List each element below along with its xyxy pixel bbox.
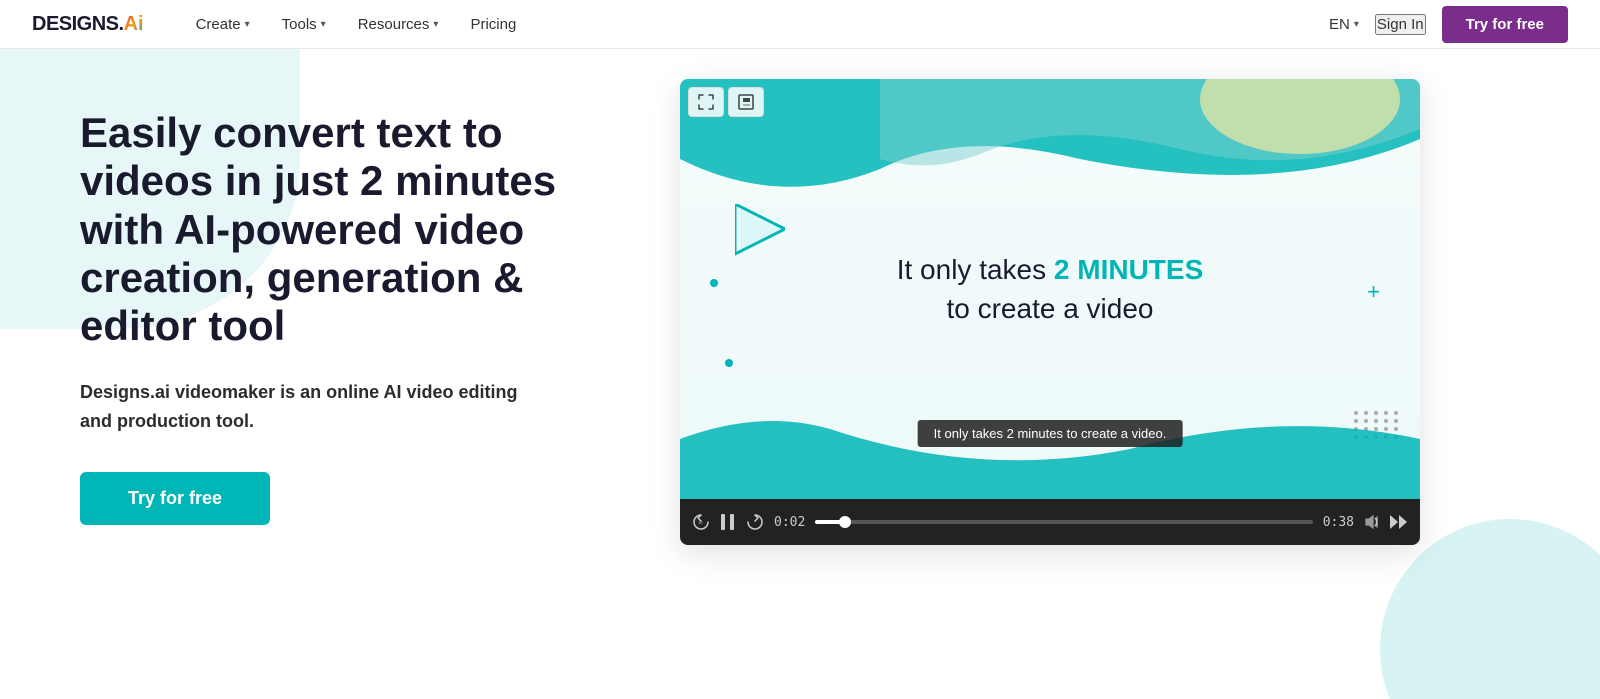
hero-title: Easily convert text to videos in just 2 … bbox=[80, 109, 620, 350]
bg-circle-decoration bbox=[1380, 519, 1600, 699]
dot-decoration bbox=[710, 279, 718, 287]
wave-top-decoration bbox=[680, 79, 1420, 199]
chevron-down-icon: ▾ bbox=[245, 19, 250, 30]
lang-label: EN bbox=[1329, 16, 1350, 33]
chevron-down-icon: ▾ bbox=[1354, 19, 1359, 30]
video-highlight: 2 MINUTES bbox=[1054, 254, 1203, 285]
hero-right: + It only takes 2 MINUTES to create a vi… bbox=[620, 49, 1520, 545]
time-total: 0:38 bbox=[1323, 515, 1354, 530]
layout-icon[interactable] bbox=[728, 87, 764, 117]
video-progress-bar[interactable] bbox=[815, 520, 1312, 524]
dot-decoration bbox=[725, 359, 733, 367]
video-screen: + It only takes 2 MINUTES to create a vi… bbox=[680, 79, 1420, 499]
hero-section: Easily convert text to videos in just 2 … bbox=[0, 49, 1600, 699]
nav-resources-label: Resources bbox=[358, 16, 430, 33]
nav-create-label: Create bbox=[196, 16, 241, 33]
forward-icon[interactable] bbox=[746, 513, 764, 531]
time-current: 0:02 bbox=[774, 515, 805, 530]
video-text-after: to create a video bbox=[946, 293, 1153, 324]
volume-icon[interactable] bbox=[1364, 514, 1380, 530]
video-controls-bar: 10 0:02 bbox=[680, 499, 1420, 545]
nav-pricing-label: Pricing bbox=[470, 16, 516, 33]
video-main-text: It only takes 2 MINUTES to create a vide… bbox=[897, 250, 1204, 328]
video-subtitle: It only takes 2 minutes to create a vide… bbox=[918, 420, 1183, 447]
nav-item-pricing[interactable]: Pricing bbox=[458, 10, 528, 39]
nav-links: Create ▾ Tools ▾ Resources ▾ Pricing bbox=[184, 10, 1329, 39]
plus-decoration: + bbox=[1367, 279, 1380, 305]
logo-text: DESIGNS. bbox=[32, 13, 124, 36]
triangle-decoration bbox=[735, 204, 785, 254]
svg-text:10: 10 bbox=[698, 520, 703, 525]
video-player: + It only takes 2 MINUTES to create a vi… bbox=[680, 79, 1420, 545]
language-selector[interactable]: EN ▾ bbox=[1329, 16, 1359, 33]
logo[interactable]: DESIGNS.Ai bbox=[32, 13, 144, 36]
nav-item-create[interactable]: Create ▾ bbox=[184, 10, 262, 39]
hero-subtitle: Designs.ai videomaker is an online AI vi… bbox=[80, 378, 540, 436]
navbar: DESIGNS.Ai Create ▾ Tools ▾ Resources ▾ … bbox=[0, 0, 1600, 49]
progress-thumb bbox=[839, 516, 851, 528]
logo-ai: Ai bbox=[124, 13, 144, 36]
chevron-down-icon: ▾ bbox=[433, 19, 438, 30]
nav-right: EN ▾ Sign In Try for free bbox=[1329, 6, 1568, 43]
fullscreen-icon[interactable] bbox=[688, 87, 724, 117]
try-free-hero-button[interactable]: Try for free bbox=[80, 472, 270, 525]
hero-left: Easily convert text to videos in just 2 … bbox=[80, 49, 620, 585]
video-toolbar bbox=[688, 87, 764, 117]
video-text-before: It only takes bbox=[897, 254, 1054, 285]
video-content-text: It only takes 2 MINUTES to create a vide… bbox=[897, 250, 1204, 328]
chevron-down-icon: ▾ bbox=[321, 19, 326, 30]
sign-in-button[interactable]: Sign In bbox=[1375, 14, 1426, 35]
nav-tools-label: Tools bbox=[282, 16, 317, 33]
nav-item-resources[interactable]: Resources ▾ bbox=[346, 10, 451, 39]
nav-item-tools[interactable]: Tools ▾ bbox=[270, 10, 338, 39]
pause-icon[interactable] bbox=[720, 513, 736, 531]
try-free-nav-button[interactable]: Try for free bbox=[1442, 6, 1568, 43]
rewind-icon[interactable]: 10 bbox=[692, 513, 710, 531]
skip-forward-icon[interactable] bbox=[1390, 515, 1408, 529]
